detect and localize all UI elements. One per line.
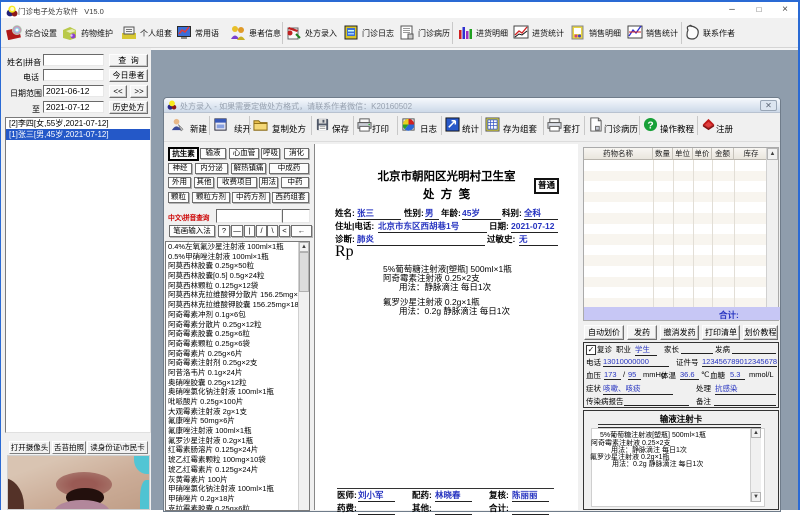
- svg-text:?: ?: [647, 120, 653, 131]
